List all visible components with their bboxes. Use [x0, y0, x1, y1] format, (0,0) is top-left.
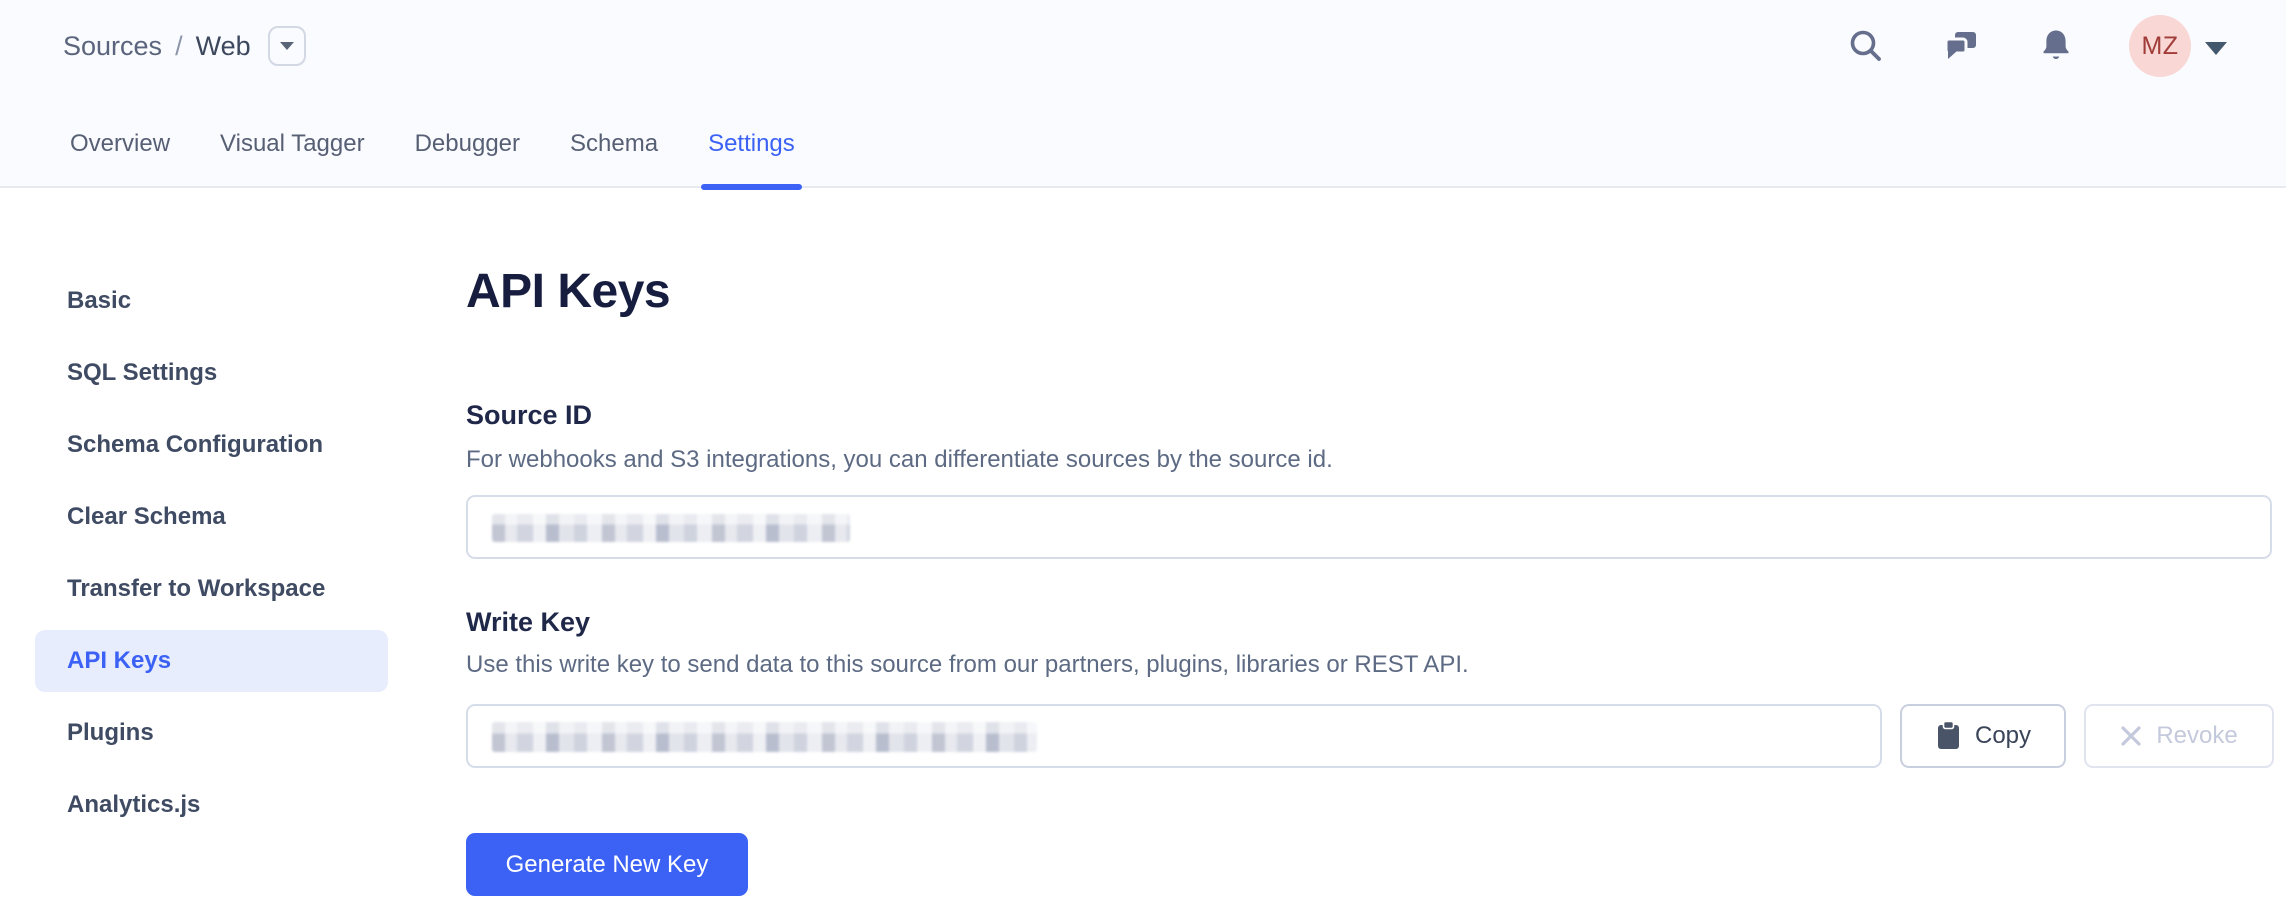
top-header: Sources / Web [0, 0, 2286, 188]
copy-button[interactable]: Copy [1900, 704, 2066, 768]
search-icon [1848, 28, 1884, 64]
source-id-description: For webhooks and S3 integrations, you ca… [466, 446, 1333, 474]
sidebar-item-plugins[interactable]: Plugins [35, 702, 388, 764]
write-key-title: Write Key [466, 607, 590, 638]
write-key-masked-value [492, 722, 1037, 752]
source-id-title: Source ID [466, 400, 592, 431]
source-id-masked-value [492, 514, 850, 542]
tab-visual-tagger[interactable]: Visual Tagger [213, 118, 372, 188]
sidebar-item-api-keys[interactable]: API Keys [35, 630, 388, 692]
settings-sidebar: Basic SQL Settings Schema Configuration … [35, 270, 388, 836]
revoke-button-label: Revoke [2156, 722, 2237, 750]
sidebar-item-clear-schema[interactable]: Clear Schema [35, 486, 388, 548]
source-id-field[interactable] [466, 495, 2272, 559]
generate-new-key-label: Generate New Key [506, 851, 709, 879]
header-actions: MZ [1848, 0, 2227, 92]
write-key-field[interactable] [466, 704, 1882, 768]
revoke-button[interactable]: Revoke [2084, 704, 2274, 768]
notifications-button[interactable] [2038, 28, 2074, 64]
sidebar-item-sql-settings[interactable]: SQL Settings [35, 342, 388, 404]
chevron-down-icon [280, 42, 294, 50]
sidebar-item-transfer-to-workspace[interactable]: Transfer to Workspace [35, 558, 388, 620]
source-tabs: Overview Visual Tagger Debugger Schema S… [63, 118, 802, 188]
sidebar-item-analytics-js[interactable]: Analytics.js [35, 774, 388, 836]
search-button[interactable] [1848, 28, 1884, 64]
tab-settings[interactable]: Settings [701, 118, 802, 188]
source-switcher-dropdown-button[interactable] [268, 26, 306, 66]
generate-new-key-button[interactable]: Generate New Key [466, 833, 748, 896]
user-menu-chevron-icon[interactable] [2205, 42, 2227, 55]
chat-button[interactable] [1943, 28, 1979, 64]
clipboard-icon [1935, 721, 1962, 751]
chat-icon [1943, 28, 1979, 64]
sidebar-item-schema-configuration[interactable]: Schema Configuration [35, 414, 388, 476]
breadcrumb-separator: / [175, 31, 183, 62]
page-title: API Keys [466, 264, 670, 319]
breadcrumb-current-source: Web [196, 31, 251, 62]
sidebar-item-basic[interactable]: Basic [35, 270, 388, 332]
write-key-description: Use this write key to send data to this … [466, 651, 1469, 679]
copy-button-label: Copy [1975, 722, 2031, 750]
tab-debugger[interactable]: Debugger [408, 118, 527, 188]
breadcrumb-sources-link[interactable]: Sources [63, 31, 162, 62]
tab-schema[interactable]: Schema [563, 118, 665, 188]
avatar[interactable]: MZ [2129, 15, 2191, 77]
x-icon [2120, 725, 2142, 747]
bell-icon [2038, 28, 2074, 64]
tab-overview[interactable]: Overview [63, 118, 177, 188]
breadcrumb: Sources / Web [63, 0, 306, 92]
